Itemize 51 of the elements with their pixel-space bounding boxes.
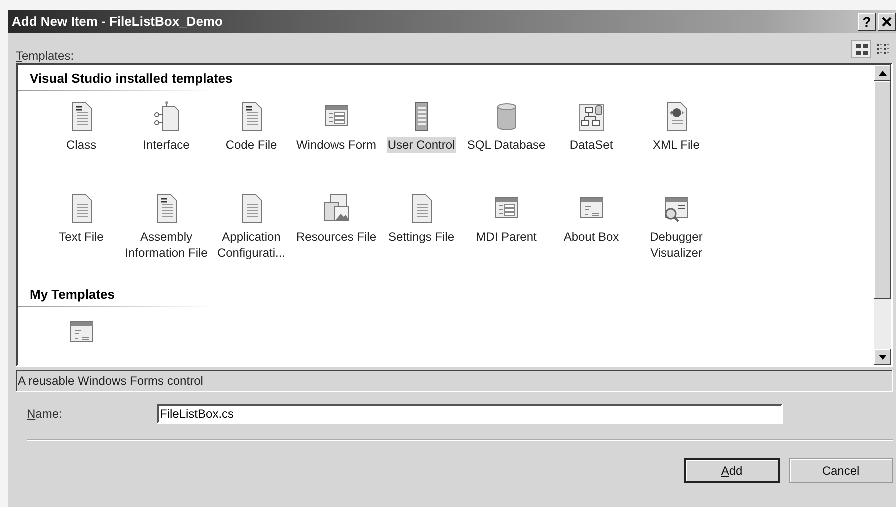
close-button[interactable] xyxy=(878,12,896,30)
template-item[interactable]: Application Configurati... xyxy=(209,193,294,279)
group-title: My Templates xyxy=(18,285,410,307)
template-label: User Control xyxy=(386,137,456,153)
template-item[interactable]: DataSet xyxy=(549,101,634,187)
template-label: Debugger Visualizer xyxy=(649,229,704,261)
view-toggle-button[interactable] xyxy=(851,40,871,58)
template-label: Text File xyxy=(58,229,105,245)
interface-icon xyxy=(152,101,180,133)
template-label: Code File xyxy=(224,137,278,153)
template-label: Class xyxy=(65,137,98,153)
template-label: XML File xyxy=(652,137,701,153)
dialog-button[interactable]: Cancel xyxy=(789,458,893,483)
template-item[interactable]: User Control xyxy=(379,101,464,187)
dialog-button[interactable]: Add xyxy=(684,458,780,483)
scrollbar[interactable] xyxy=(874,65,891,365)
template-label: MDI Parent xyxy=(475,229,538,245)
list-view-icon xyxy=(876,42,890,56)
template-item[interactable]: Windows Form xyxy=(294,101,379,187)
description-text: A reusable Windows Forms control xyxy=(18,374,204,388)
template-label: Settings File xyxy=(387,229,456,245)
template-item[interactable]: About Box xyxy=(549,193,634,279)
template-label: SQL Database xyxy=(466,137,547,153)
template-label: Assembly Information File xyxy=(124,229,209,261)
templates-label: Templates: xyxy=(16,49,74,63)
name-label: Name: xyxy=(27,407,64,421)
template-label: Application Configurati... xyxy=(216,229,287,261)
scroll-down-icon[interactable] xyxy=(878,354,886,360)
template-label: About Box xyxy=(562,229,620,245)
template-label: DataSet xyxy=(568,137,614,153)
template-item[interactable]: Interface xyxy=(124,101,209,187)
scroll-up-icon[interactable] xyxy=(878,70,886,76)
name-field[interactable]: FileListBox.cs xyxy=(157,404,783,424)
template-item[interactable]: Debugger Visualizer xyxy=(634,193,719,279)
template-item[interactable]: Settings File xyxy=(379,193,464,279)
template-item[interactable]: SQL Database xyxy=(464,101,549,187)
group-title: Visual Studio installed templates xyxy=(18,69,410,91)
large-icons-icon xyxy=(854,42,868,56)
close-icon xyxy=(881,16,893,28)
template-label: Windows Form xyxy=(295,137,378,153)
template-item[interactable]: Resources File xyxy=(294,193,379,279)
template-item[interactable]: Class xyxy=(39,101,124,187)
template-item[interactable]: XML File xyxy=(634,101,719,187)
window-title: Add New Item - FileListBox_Demo xyxy=(12,14,224,29)
template-label: Resources File xyxy=(295,229,378,245)
template-item[interactable]: MDI Parent xyxy=(464,193,549,279)
template-item[interactable]: Text File xyxy=(39,193,124,279)
template-label: Interface xyxy=(142,137,191,153)
template-item[interactable]: Assembly Information File xyxy=(124,193,209,279)
template-item[interactable]: Code File xyxy=(209,101,294,187)
help-button[interactable]: ? xyxy=(858,12,876,30)
